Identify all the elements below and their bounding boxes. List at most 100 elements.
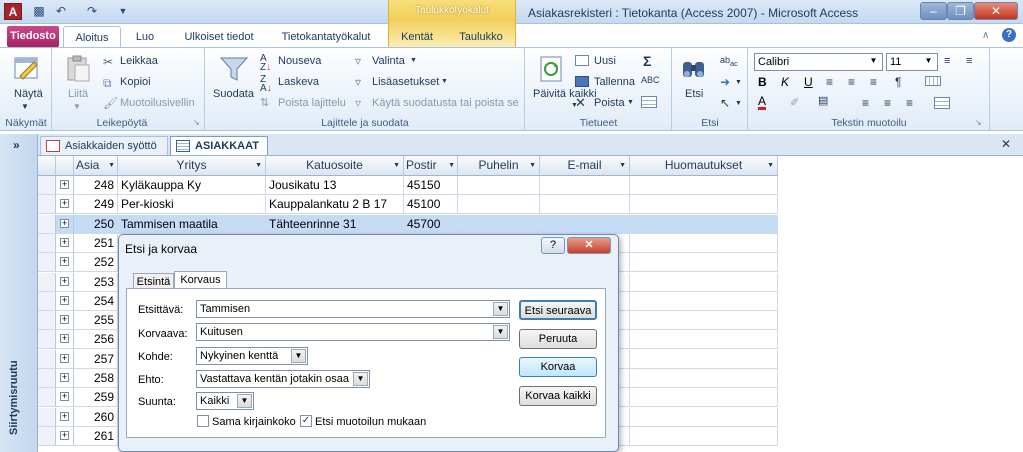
paragraph-direction-icon[interactable]: ¶ bbox=[895, 75, 901, 89]
search-direction-select[interactable]: Kaikki ▼ bbox=[196, 392, 254, 410]
close-document-icon[interactable]: ✕ bbox=[1001, 137, 1011, 151]
column-header-zip[interactable]: Postir ▼ bbox=[404, 156, 458, 176]
column-dropdown-icon[interactable]: ▼ bbox=[255, 156, 262, 175]
format-painter-icon[interactable]: 🖌 bbox=[103, 96, 118, 110]
tab-fields[interactable]: Kentät bbox=[392, 26, 442, 48]
customize-qat-icon[interactable]: ▼ bbox=[115, 4, 131, 19]
search-formatted-checkbox[interactable]: ✓ bbox=[300, 415, 312, 427]
clipboard-launcher-icon[interactable]: ↘ bbox=[193, 118, 200, 127]
column-header-notes[interactable]: Huomautukset ▼ bbox=[630, 156, 778, 176]
remove-sort-icon[interactable]: ⇅ bbox=[260, 96, 269, 109]
close-icon[interactable]: ✕ bbox=[974, 2, 1018, 20]
table-cell[interactable] bbox=[630, 214, 778, 234]
table-row[interactable]: +249 Per-kioski Kauppalankatu 2 B 17 45100 bbox=[38, 195, 778, 215]
expand-subdatasheet[interactable]: + bbox=[56, 233, 74, 253]
minimize-ribbon-icon[interactable]: ∧ bbox=[982, 30, 989, 41]
tab-home[interactable]: Aloitus bbox=[63, 26, 121, 48]
column-dropdown-icon[interactable]: ▼ bbox=[619, 156, 626, 175]
sort-descending-icon[interactable]: Z A↓ bbox=[260, 75, 272, 94]
new-record-button[interactable]: Uusi bbox=[594, 55, 616, 67]
copy-icon[interactable]: ⧉ bbox=[103, 76, 112, 91]
record-selector[interactable] bbox=[38, 349, 56, 369]
find-next-button[interactable]: Etsi seuraava bbox=[519, 300, 597, 320]
replace-with-dropdown-icon[interactable]: ▼ bbox=[493, 325, 508, 339]
totals-icon[interactable]: Σ bbox=[643, 53, 651, 69]
expand-icon[interactable]: + bbox=[60, 315, 69, 325]
table-cell[interactable]: Kyläkauppa Ky bbox=[118, 176, 266, 195]
table-cell[interactable] bbox=[630, 369, 778, 388]
table-cell[interactable]: 258 bbox=[74, 369, 118, 388]
table-cell[interactable]: 251 bbox=[74, 233, 118, 253]
table-cell[interactable] bbox=[540, 176, 630, 195]
format-painter-button[interactable]: Muotoilusivellin bbox=[120, 97, 195, 109]
look-in-dropdown-icon[interactable]: ▼ bbox=[291, 349, 306, 363]
table-row[interactable]: +250 Tammisen maatila Tähteenrinne 31 45700 bbox=[38, 214, 778, 234]
record-selector[interactable] bbox=[38, 426, 56, 446]
expand-icon[interactable]: + bbox=[60, 257, 69, 267]
tab-create[interactable]: Luo bbox=[126, 26, 164, 48]
find-button[interactable]: Etsi bbox=[685, 88, 703, 100]
table-cell[interactable]: 248 bbox=[74, 176, 118, 195]
toggle-filter-icon[interactable]: ▿ bbox=[355, 96, 361, 110]
table-cell[interactable]: 45150 bbox=[404, 176, 458, 195]
expand-icon[interactable]: + bbox=[60, 411, 69, 421]
select-all-corner[interactable] bbox=[38, 156, 56, 176]
font-name-select[interactable]: Calibri ▼ bbox=[754, 53, 883, 71]
table-cell[interactable]: 252 bbox=[74, 253, 118, 273]
table-cell[interactable]: 255 bbox=[74, 311, 118, 331]
table-cell[interactable] bbox=[458, 176, 540, 195]
tab-file[interactable]: Tiedosto bbox=[7, 26, 59, 47]
delete-dropdown-icon[interactable]: ▼ bbox=[627, 99, 634, 106]
column-dropdown-icon[interactable]: ▼ bbox=[393, 156, 400, 175]
column-header-phone[interactable]: Puhelin ▼ bbox=[458, 156, 540, 176]
table-cell[interactable] bbox=[458, 214, 540, 234]
table-cell[interactable]: 261 bbox=[74, 426, 118, 446]
table-cell[interactable] bbox=[630, 388, 778, 408]
copy-button[interactable]: Kopioi bbox=[120, 76, 151, 88]
look-in-select[interactable]: Nykyinen kenttä ▼ bbox=[196, 347, 308, 365]
select-dropdown-icon[interactable]: ▼ bbox=[735, 100, 742, 107]
column-dropdown-icon[interactable]: ▼ bbox=[529, 156, 536, 175]
table-cell[interactable] bbox=[630, 291, 778, 311]
tab-find[interactable]: Etsintä bbox=[133, 273, 174, 289]
table-cell[interactable] bbox=[630, 195, 778, 215]
minimize-icon[interactable]: – bbox=[920, 2, 947, 20]
paste-icon[interactable] bbox=[63, 54, 93, 84]
expand-subdatasheet[interactable]: + bbox=[56, 311, 74, 331]
selection-dropdown-icon[interactable]: ▼ bbox=[410, 57, 417, 64]
table-cell[interactable] bbox=[630, 349, 778, 369]
filter-button[interactable]: Suodata bbox=[213, 88, 254, 100]
align-left-icon[interactable]: ≡ bbox=[826, 75, 833, 89]
redo-icon[interactable]: ↷ bbox=[84, 4, 100, 19]
record-selector[interactable] bbox=[38, 195, 56, 215]
table-cell[interactable]: Per-kioski bbox=[118, 195, 266, 215]
delete-record-button[interactable]: Poista bbox=[594, 97, 625, 109]
advanced-dropdown-icon[interactable]: ▼ bbox=[441, 78, 448, 85]
column-header-company[interactable]: Yritys ▼ bbox=[118, 156, 266, 176]
table-cell[interactable]: 256 bbox=[74, 330, 118, 350]
expand-icon[interactable]: + bbox=[60, 334, 69, 344]
paste-dropdown-icon[interactable]: ▼ bbox=[73, 102, 81, 111]
tab-database-tools[interactable]: Tietokantatyökalut bbox=[270, 26, 382, 48]
table-cell[interactable]: 259 bbox=[74, 388, 118, 408]
scissors-icon[interactable]: ✂ bbox=[103, 55, 113, 69]
table-cell[interactable] bbox=[630, 272, 778, 292]
table-cell[interactable]: 253 bbox=[74, 272, 118, 292]
expand-subdatasheet[interactable]: + bbox=[56, 349, 74, 369]
table-cell[interactable]: Kauppalankatu 2 B 17 bbox=[266, 195, 404, 215]
table-cell[interactable]: 250 bbox=[74, 214, 118, 234]
expand-icon[interactable]: + bbox=[60, 199, 69, 209]
selection-filter-icon[interactable]: ▿ bbox=[355, 54, 361, 68]
highlight-icon[interactable]: ✐ bbox=[790, 96, 799, 109]
gridlines-icon[interactable] bbox=[925, 76, 941, 86]
table-cell[interactable]: 254 bbox=[74, 291, 118, 311]
undo-icon[interactable]: ↶ bbox=[53, 4, 69, 19]
underline-button[interactable]: U bbox=[804, 75, 813, 89]
table-cell[interactable] bbox=[630, 311, 778, 331]
dialog-close-icon[interactable]: ✕ bbox=[567, 237, 611, 254]
text-format-launcher-icon[interactable]: ↘ bbox=[975, 118, 982, 127]
font-size-dropdown-icon[interactable]: ▼ bbox=[921, 55, 936, 69]
align-text-right-icon[interactable]: ≡ bbox=[906, 96, 913, 110]
expand-icon[interactable]: + bbox=[60, 237, 69, 247]
align-text-left-icon[interactable]: ≡ bbox=[862, 96, 869, 110]
